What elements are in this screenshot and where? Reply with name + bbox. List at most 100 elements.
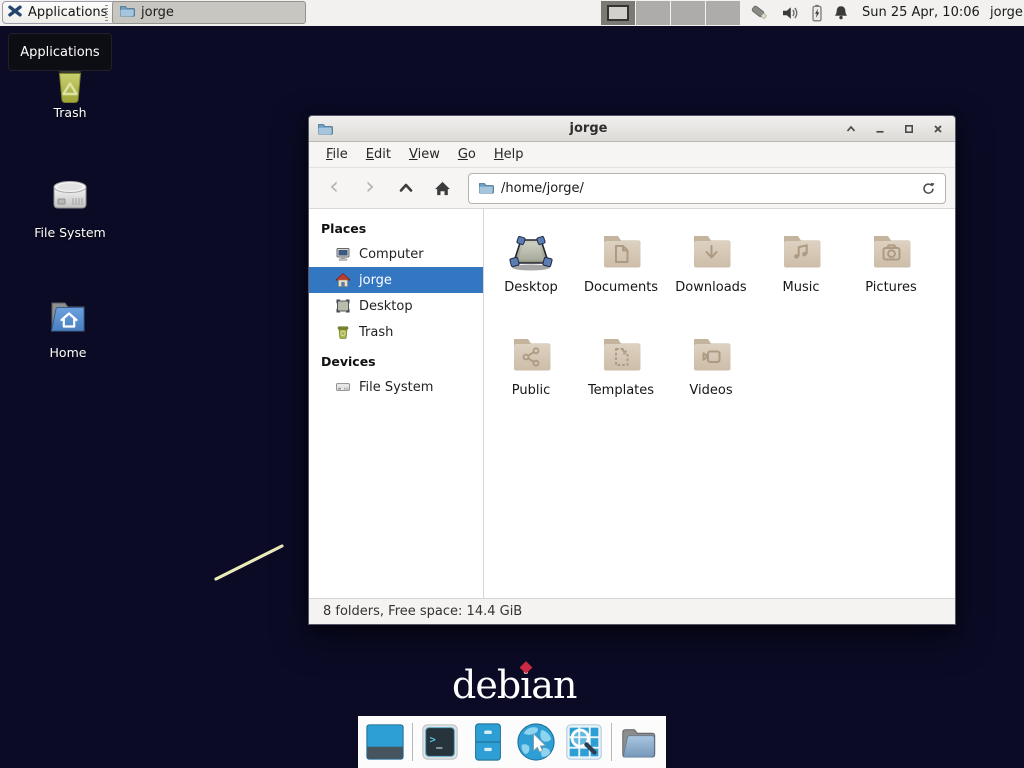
location-bar[interactable]: /home/jorge/: [468, 173, 946, 204]
top-panel: Applications jorge Sun 25 Apr, 10:06: [0, 0, 1024, 26]
file-label: Desktop: [504, 280, 558, 295]
panel-clock[interactable]: Sun 25 Apr, 10:06: [862, 0, 980, 26]
hard-drive-icon: [335, 379, 351, 395]
back-button[interactable]: ‹: [318, 174, 350, 202]
desktop-icon-home[interactable]: [44, 291, 92, 343]
current-path: /home/jorge/: [501, 181, 914, 196]
workspace-3[interactable]: [671, 1, 705, 25]
public-folder-icon: [507, 330, 555, 378]
trash-icon: [335, 324, 351, 340]
folder-launcher[interactable]: [616, 719, 662, 765]
notifications-bell-tray-icon[interactable]: [831, 3, 851, 23]
pictures-folder-icon: [867, 227, 915, 275]
workspace-switcher: [601, 1, 740, 25]
file-label: Pictures: [865, 280, 916, 295]
taskbar-window-button[interactable]: jorge: [112, 1, 306, 24]
taskbar-window-label: jorge: [141, 5, 174, 20]
sidebar-item-label: File System: [359, 380, 433, 395]
file-item-public[interactable]: Public: [486, 326, 576, 429]
folder-icon: [478, 180, 494, 196]
sidebar: Places Computer jorge Desktop Trash: [309, 209, 484, 598]
file-icon-view: Desktop Documents: [484, 209, 955, 598]
sidebar-item-label: Trash: [359, 325, 393, 340]
folder-icon: [119, 3, 135, 23]
file-label: Templates: [588, 383, 654, 398]
file-label: Downloads: [675, 280, 746, 295]
file-item-downloads[interactable]: Downloads: [666, 223, 756, 326]
web-browser-launcher[interactable]: [513, 719, 559, 765]
minimize-window-button[interactable]: [873, 122, 887, 136]
reload-button[interactable]: [921, 181, 936, 196]
panel-user-actions[interactable]: jorge: [990, 0, 1023, 26]
home-button[interactable]: [426, 174, 458, 202]
up-button[interactable]: [390, 174, 422, 202]
desktop-icon-home-label[interactable]: Home: [8, 345, 128, 360]
show-desktop-button[interactable]: [362, 719, 408, 765]
file-manager-launcher[interactable]: [465, 719, 511, 765]
applications-tooltip: Applications: [8, 33, 112, 71]
dock-separator: [412, 723, 413, 761]
show-desktop-icon: [364, 721, 406, 763]
menu-go[interactable]: Go: [449, 144, 485, 165]
close-window-button[interactable]: [931, 122, 945, 136]
file-item-videos[interactable]: Videos: [666, 326, 756, 429]
documents-folder-icon: [597, 227, 645, 275]
input-device-tray-icon[interactable]: [750, 3, 770, 23]
window-titlebar[interactable]: jorge: [309, 116, 955, 142]
sidebar-item-label: Desktop: [359, 299, 413, 314]
forward-button[interactable]: ›: [354, 174, 386, 202]
home-icon: [434, 180, 451, 197]
panel-handle[interactable]: [105, 5, 108, 21]
desktop-icon: [335, 298, 351, 314]
menu-file[interactable]: File: [317, 144, 357, 165]
places-header: Places: [309, 217, 483, 241]
file-item-desktop[interactable]: Desktop: [486, 223, 576, 326]
desktop-icon-filesystem[interactable]: [46, 171, 94, 223]
templates-folder-icon: [597, 330, 645, 378]
sidebar-item-desktop[interactable]: Desktop: [309, 293, 483, 319]
file-label: Public: [512, 383, 550, 398]
applications-menu-label: Applications: [28, 5, 107, 20]
terminal-launcher[interactable]: > _: [417, 719, 463, 765]
file-item-documents[interactable]: Documents: [576, 223, 666, 326]
desktop-icon: [507, 227, 555, 275]
menu-help[interactable]: Help: [485, 144, 533, 165]
svg-text:>: >: [430, 734, 436, 746]
debian-logo-dotted-i: i: [520, 663, 531, 707]
statusbar: 8 folders, Free space: 14.4 GiB: [309, 598, 955, 624]
workspace-4[interactable]: [706, 1, 740, 25]
sidebar-item-trash[interactable]: Trash: [309, 319, 483, 345]
workspace-2[interactable]: [636, 1, 670, 25]
home-icon: [335, 272, 351, 288]
menu-edit[interactable]: Edit: [357, 144, 400, 165]
hard-drive-icon: [46, 171, 94, 219]
file-item-pictures[interactable]: Pictures: [846, 223, 936, 326]
window-title: jorge: [333, 121, 844, 136]
videos-folder-icon: [687, 330, 735, 378]
file-label: Documents: [584, 280, 658, 295]
sidebar-item-computer[interactable]: Computer: [309, 241, 483, 267]
desktop-icon-trash-label[interactable]: Trash: [10, 105, 130, 120]
file-item-templates[interactable]: Templates: [576, 326, 666, 429]
toolbar: ‹ › /home/jorge/: [309, 168, 955, 209]
statusbar-text: 8 folders, Free space: 14.4 GiB: [323, 604, 522, 619]
sidebar-item-home-jorge[interactable]: jorge: [309, 267, 483, 293]
desktop-icon-filesystem-label[interactable]: File System: [10, 225, 130, 240]
sidebar-item-label: Computer: [359, 247, 424, 262]
sidebar-item-filesystem[interactable]: File System: [309, 374, 483, 400]
workspace-1[interactable]: [601, 1, 635, 25]
menu-view[interactable]: View: [400, 144, 449, 165]
dock-separator: [611, 723, 612, 761]
application-finder-launcher[interactable]: [561, 719, 607, 765]
file-item-music[interactable]: Music: [756, 223, 846, 326]
file-label: Videos: [689, 383, 732, 398]
applications-menu-button[interactable]: Applications: [2, 1, 117, 24]
window-folder-icon: [317, 121, 333, 137]
tooltip-label: Applications: [20, 45, 99, 60]
workspace-window-preview: [607, 5, 629, 21]
battery-tray-icon[interactable]: [807, 3, 827, 23]
shade-window-button[interactable]: [844, 122, 858, 136]
volume-tray-icon[interactable]: [780, 3, 800, 23]
maximize-window-button[interactable]: [902, 122, 916, 136]
file-cabinet-icon: [467, 721, 509, 763]
